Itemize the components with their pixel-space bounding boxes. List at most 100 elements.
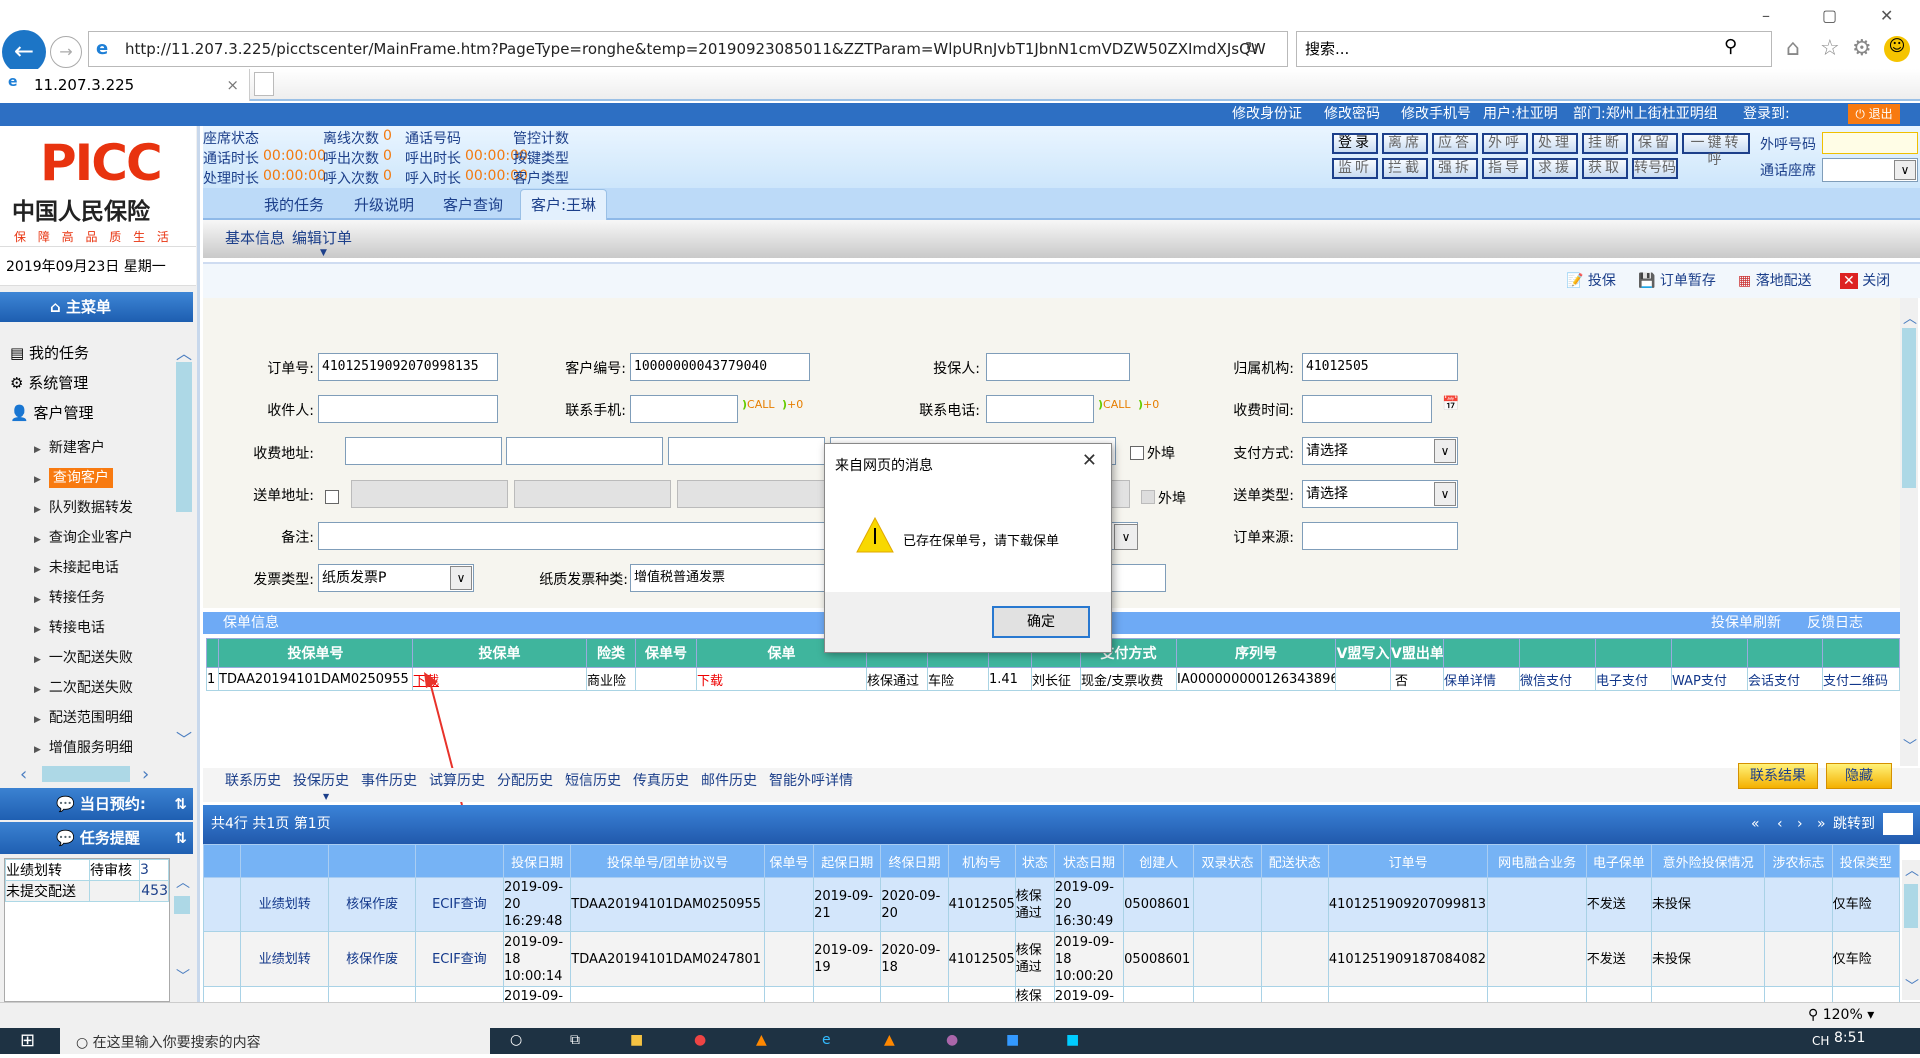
search-icon[interactable]: ⚲ — [1724, 36, 1737, 57]
sidebar-subitem[interactable]: ▶ 队列数据转发 — [34, 497, 133, 517]
send-address-checkbox[interactable] — [325, 490, 339, 504]
sidebar-subitem[interactable]: ▶ 未接起电话 — [34, 557, 119, 577]
applicant-input[interactable] — [986, 353, 1130, 381]
sidebar-subitem[interactable]: ▶ 配送范围明细 — [34, 707, 133, 727]
dial-prefix-icon[interactable]: )+0 — [782, 398, 803, 411]
jump-page-input[interactable] — [1883, 813, 1913, 835]
sidebar-subitem[interactable]: ▶ 查询客户 — [34, 467, 113, 488]
fee-address-province[interactable] — [345, 437, 502, 465]
scroll-up-icon[interactable]: ︿ — [1903, 308, 1917, 328]
close-button[interactable]: ✕ 关闭 — [1840, 270, 1890, 290]
ime-indicator[interactable]: CH — [1812, 1034, 1829, 1048]
receiver-input[interactable] — [318, 395, 498, 423]
history-link[interactable]: 事件历史 — [361, 770, 417, 790]
call-button-3[interactable]: 外呼 — [1482, 133, 1528, 154]
send-outside-checkbox[interactable] — [1141, 490, 1155, 504]
contact-result-button[interactable]: 联系结果 — [1738, 763, 1818, 789]
fee-outside-checkbox[interactable] — [1130, 446, 1144, 460]
scroll-right-icon[interactable]: › — [142, 764, 149, 785]
sidebar-subitem[interactable]: ▶ 新建客户 — [34, 437, 105, 457]
today-appointments-header[interactable]: 💬 当日预约: ⇅ — [0, 788, 193, 820]
download-link[interactable]: 下载 — [698, 674, 724, 689]
fee-address-city[interactable] — [506, 437, 663, 465]
customer-no-input[interactable]: 10000000043779040 — [630, 353, 810, 381]
maximize-button[interactable]: ▢ — [1822, 6, 1837, 25]
policy-action-link[interactable]: 支付二维码 — [1824, 674, 1889, 689]
order-source-input[interactable] — [1302, 522, 1458, 550]
call-button-row2-5[interactable]: 获取 — [1582, 158, 1628, 179]
address-bar[interactable]: http://11.207.3.225/picctscenter/MainFra… — [88, 31, 1288, 67]
history-link[interactable]: 短信历史 — [565, 770, 621, 790]
refresh-icon[interactable]: ⇅ — [174, 788, 187, 820]
task-view-icon[interactable]: ⧉ — [570, 1032, 580, 1048]
file-explorer-icon[interactable]: ■ — [630, 1032, 643, 1048]
grid-cell[interactable]: 核保作废 — [328, 931, 416, 987]
call-button-4[interactable]: 处理 — [1532, 133, 1578, 154]
tab-customer-query[interactable]: 客户查询 — [443, 194, 503, 215]
policy-action-link[interactable]: WAP支付 — [1673, 674, 1727, 689]
fee-time-input[interactable] — [1302, 395, 1432, 423]
send-address-city[interactable] — [514, 480, 671, 508]
chrome-icon[interactable]: ● — [694, 1032, 706, 1048]
close-window-button[interactable]: ✕ — [1880, 6, 1893, 25]
clock[interactable]: 8:51 — [1834, 1030, 1865, 1046]
main-menu-header[interactable]: ⌂ 主菜单 — [0, 292, 193, 322]
grid-cell[interactable]: 核保作废 — [328, 877, 416, 932]
policy-action-link[interactable]: 微信支付 — [1521, 674, 1573, 689]
dial-prefix-icon[interactable]: )+0 — [1138, 398, 1159, 411]
logout-button[interactable]: ⏻ 退出 — [1848, 104, 1900, 124]
policy-action-link[interactable]: 保单详情 — [1445, 674, 1497, 689]
send-address-province[interactable] — [351, 480, 508, 508]
history-link[interactable]: 分配历史 — [497, 770, 553, 790]
cortana-icon[interactable]: ○ — [510, 1032, 522, 1048]
grid-cell[interactable]: 业绩划转 — [240, 877, 330, 932]
search-input[interactable]: 搜索... — [1296, 31, 1772, 67]
minimize-button[interactable]: – — [1762, 6, 1770, 25]
grid-cell[interactable] — [328, 986, 416, 1002]
call-button-5[interactable]: 挂断 — [1582, 133, 1628, 154]
app-icon[interactable]: ▲ — [884, 1032, 895, 1048]
taskbar-search[interactable]: ○ 在这里输入你要搜索的内容 — [60, 1028, 490, 1054]
task-row[interactable]: 业绩划转 待审核 3 — [5, 859, 169, 881]
call-button-1[interactable]: 离席 — [1382, 133, 1428, 154]
grid-row[interactable]: 业绩划转 核保作废 ECIF查询 2019-09-20 16:29:48 TDAA201… — [203, 877, 1901, 932]
back-icon[interactable]: ← — [2, 30, 46, 74]
browser-tab[interactable]: 11.207.3.225 × — [0, 69, 250, 101]
call-button-row2-2[interactable]: 强拆 — [1432, 158, 1478, 179]
sidebar-item-my-tasks[interactable]: ▤ 我的任务 — [10, 342, 89, 363]
dialog-close-icon[interactable]: ✕ — [1082, 450, 1097, 471]
sidebar-subitem[interactable]: ▶ 查询企业客户 — [34, 527, 133, 547]
history-link[interactable]: 传真历史 — [633, 770, 689, 790]
app-icon[interactable]: ▲ — [756, 1032, 767, 1048]
call-button-row2-3[interactable]: 指导 — [1482, 158, 1528, 179]
invoice-type-select[interactable]: 纸质发票P ∨ — [318, 564, 474, 592]
scroll-thumb[interactable] — [1902, 328, 1916, 488]
task-row[interactable]: 未提交配送 453 — [5, 880, 169, 902]
calendar-icon[interactable]: 📅 — [1442, 396, 1459, 412]
change-id-link[interactable]: 修改身份证 — [1232, 103, 1302, 126]
scroll-thumb[interactable] — [1904, 884, 1918, 928]
call-button-row2-0[interactable]: 监听 — [1332, 158, 1378, 179]
app-icon[interactable]: ● — [946, 1032, 958, 1048]
fee-address-district[interactable] — [668, 437, 825, 465]
mobile-input[interactable] — [630, 395, 738, 423]
sidebar-subitem[interactable]: ▶ 转接电话 — [34, 617, 105, 637]
history-link[interactable]: 智能外呼详情 — [769, 770, 853, 790]
new-tab-button[interactable] — [254, 72, 274, 96]
forward-icon[interactable]: → — [50, 36, 82, 68]
chevron-down-icon[interactable]: ∨ — [1114, 524, 1138, 550]
pay-method-select[interactable]: 请选择 ∨ — [1302, 437, 1458, 465]
call-button-row2-1[interactable]: 拦截 — [1382, 158, 1428, 179]
gear-icon[interactable]: ⚙ — [1852, 36, 1872, 61]
menu-scroll-down-icon[interactable]: ﹀ — [176, 726, 192, 750]
policy-action-link[interactable]: 电子支付 — [1597, 674, 1649, 689]
call-button-row2-4[interactable]: 求援 — [1532, 158, 1578, 179]
call-button-row2-6[interactable]: 转号码 — [1632, 158, 1678, 179]
history-link[interactable]: 试算历史 — [429, 770, 485, 790]
sidebar-subitem[interactable]: ▶ 二次配送失败 — [34, 677, 133, 697]
smiley-icon[interactable]: ☺ — [1884, 36, 1910, 62]
prev-page-icon[interactable]: ‹ — [1777, 805, 1783, 844]
subtab-basic-info[interactable]: 基本信息 — [225, 227, 285, 248]
grid-cell[interactable] — [240, 986, 330, 1002]
menu-scroll-up-icon[interactable]: ︿ — [176, 340, 192, 364]
